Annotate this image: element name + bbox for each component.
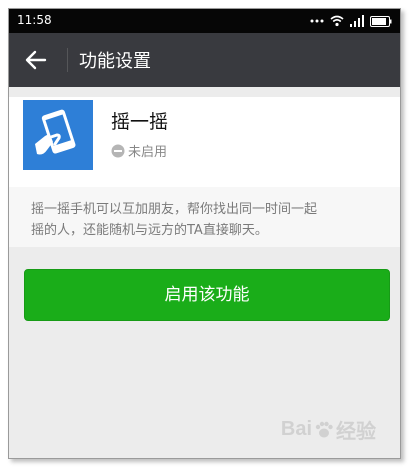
feature-status: 未启用: [111, 141, 167, 160]
signal-icon: [350, 15, 364, 27]
watermark-text-a: Bai: [280, 418, 312, 440]
description-line-2: 摇的人，还能随机与远方的TA直接聊天。: [31, 223, 268, 238]
feature-description: 摇一摇手机可以互加朋友，帮你找出同一时间一起 摇的人，还能随机与远方的TA直接聊…: [9, 187, 400, 247]
shake-phone-icon: [35, 109, 76, 155]
baidu-watermark: Bai 经验: [281, 415, 376, 444]
watermark-text-b: 经验: [336, 421, 376, 443]
description-line-1: 摇一摇手机可以互加朋友，帮你找出同一时间一起: [31, 202, 318, 217]
app-bar: 功能设置: [9, 33, 400, 87]
phone-screen: 11:58 功能设置 摇一摇 未启用 摇一摇手机可以互加朋友，帮你找出同一时间一…: [8, 8, 401, 459]
enable-feature-button[interactable]: 启用该功能: [24, 269, 390, 321]
status-icons: [310, 14, 392, 28]
arrow-left-icon[interactable]: [23, 47, 49, 73]
app-bar-divider: [67, 48, 68, 72]
paw-icon: [315, 421, 333, 437]
feature-status-text: 未启用: [128, 145, 168, 160]
feature-name: 摇一摇: [111, 111, 169, 133]
feature-icon-tile: [23, 100, 93, 170]
page-title: 功能设置: [79, 51, 151, 72]
dots-icon: [310, 19, 324, 23]
feature-info-card: 摇一摇 未启用: [9, 97, 400, 187]
status-time: 11:58: [17, 13, 52, 27]
wifi-icon: [330, 15, 344, 27]
status-bar: 11:58: [9, 9, 400, 33]
disabled-icon: [111, 144, 125, 157]
battery-icon: [370, 15, 392, 27]
